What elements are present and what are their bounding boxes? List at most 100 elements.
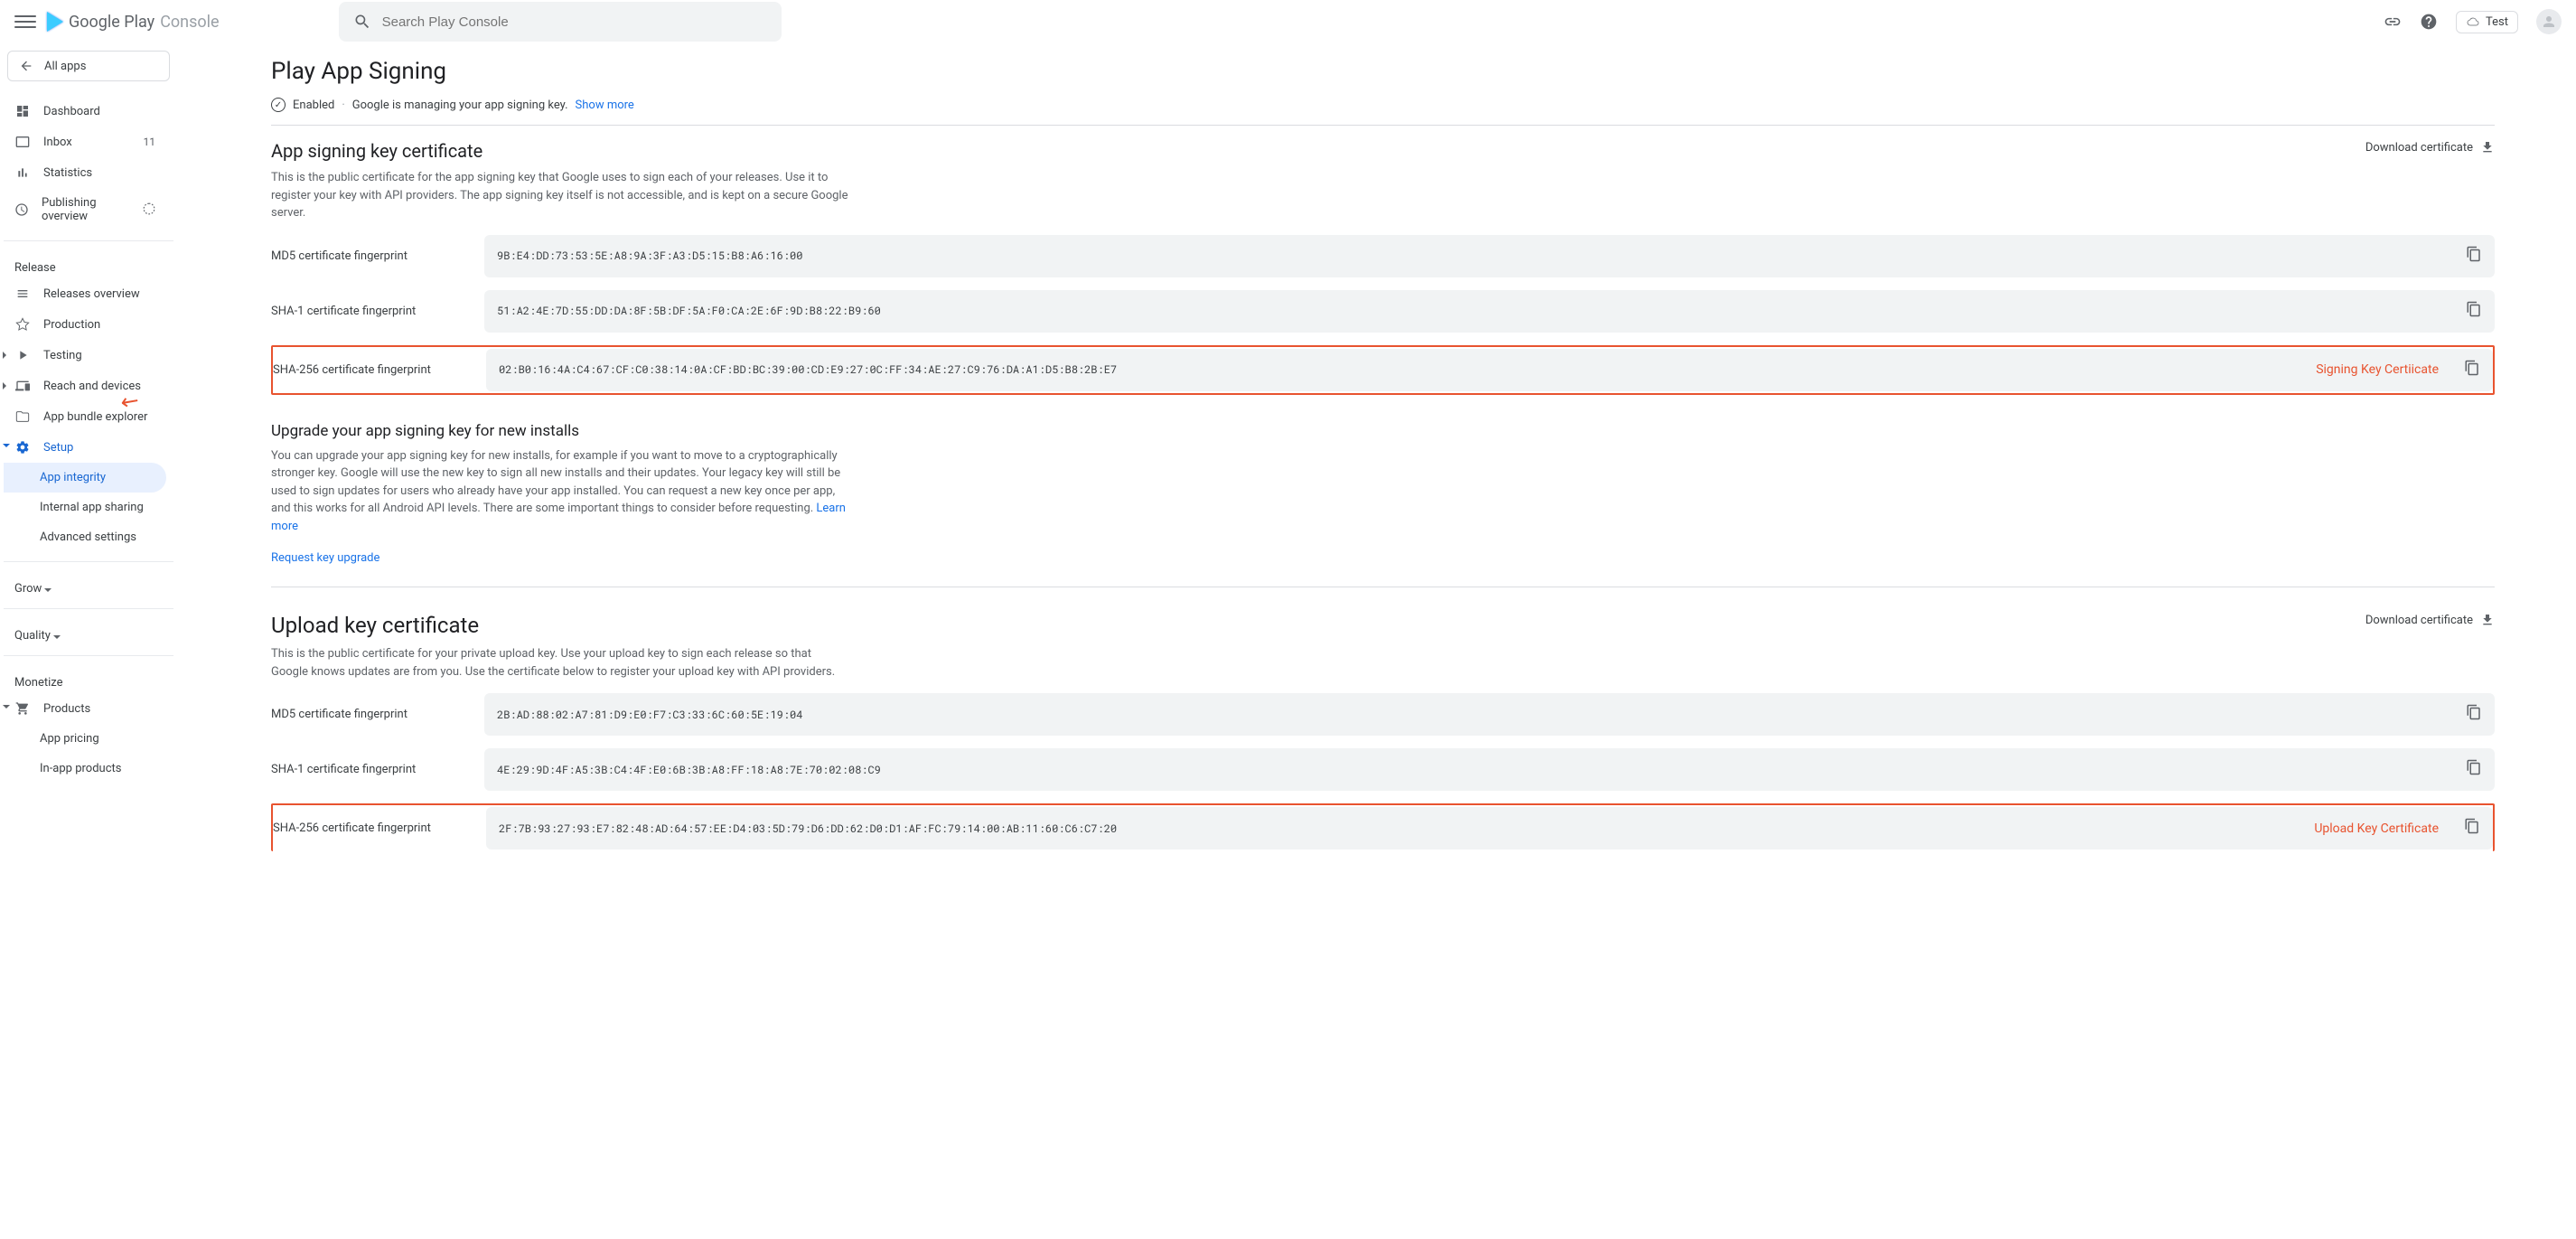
release-header: Release [4, 250, 173, 278]
nav-dashboard[interactable]: Dashboard [4, 96, 166, 127]
sidebar: All apps Dashboard Inbox 11 Statistics P… [0, 43, 177, 887]
nav-reach[interactable]: Reach and devices [4, 371, 166, 401]
sha256-row: SHA-256 certificate fingerprint 02:B0:16… [273, 349, 2493, 391]
all-apps-button[interactable]: All apps [7, 51, 170, 81]
md5-row: MD5 certificate fingerprint 9B:E4:DD:73:… [271, 235, 2495, 277]
nav-label: Dashboard [43, 105, 100, 118]
signing-desc: This is the public certificate for the a… [271, 169, 849, 222]
test-chip[interactable]: Test [2456, 11, 2518, 33]
fp-value: 2B:AD:88:02:A7:81:D9:E0:F7:C3:33:6C:60:5… [484, 693, 2495, 736]
test-label: Test [2486, 15, 2508, 29]
nav-statistics[interactable]: Statistics [4, 157, 166, 188]
help-icon[interactable] [2420, 13, 2438, 31]
nav-label: Setup [43, 441, 73, 455]
nav-label: Advanced settings [40, 530, 136, 544]
nav-label: App bundle explorer [43, 410, 147, 424]
check-icon: ✓ [271, 98, 286, 112]
main-content: Play App Signing ✓ Enabled · Google is m… [177, 43, 2576, 887]
nav-inapp-products[interactable]: In-app products [4, 754, 166, 784]
nav-app-bundle[interactable]: App bundle explorer [4, 401, 166, 432]
nav-testing[interactable]: Testing [4, 340, 166, 371]
nav-products[interactable]: Products [4, 693, 166, 724]
play-icon [47, 12, 63, 32]
inbox-icon [14, 135, 31, 149]
search-bar[interactable] [339, 2, 782, 42]
nav-releases-overview[interactable]: Releases overview [4, 278, 166, 309]
upload-desc: This is the public certificate for your … [271, 645, 849, 681]
copy-icon[interactable] [2455, 301, 2482, 322]
status-desc: Google is managing your app signing key. [352, 99, 568, 112]
nav-setup[interactable]: Setup [4, 432, 166, 463]
copy-icon[interactable] [2455, 246, 2482, 267]
nav-app-pricing[interactable]: App pricing [4, 724, 166, 754]
link-icon[interactable] [2384, 13, 2402, 31]
nav-inbox[interactable]: Inbox 11 [4, 127, 166, 157]
quality-header[interactable]: Quality [4, 618, 173, 646]
request-upgrade-link[interactable]: Request key upgrade [271, 551, 379, 565]
stats-icon [14, 165, 31, 180]
menu-icon[interactable] [14, 11, 36, 33]
nav-label: Internal app sharing [40, 501, 144, 514]
copy-icon[interactable] [2453, 360, 2480, 380]
search-input[interactable] [382, 14, 767, 30]
nav-label: Statistics [43, 166, 92, 180]
fp-value: 4E:29:9D:4F:A5:3B:C4:4F:E0:6B:3B:A8:FF:1… [484, 748, 2495, 791]
signing-title: App signing key certificate [271, 140, 849, 162]
nav-advanced-settings[interactable]: Advanced settings [4, 522, 166, 552]
cloud-icon [2466, 16, 2480, 27]
nav-publishing[interactable]: Publishing overview [4, 188, 166, 231]
nav-label: App pricing [40, 732, 99, 746]
publish-status-icon [143, 202, 155, 218]
fp-label: SHA-1 certificate fingerprint [271, 305, 484, 318]
nav-label: Reach and devices [43, 380, 141, 393]
fp-value: 9B:E4:DD:73:53:5E:A8:9A:3F:A3:D5:15:B8:A… [484, 235, 2495, 277]
copy-icon[interactable] [2455, 704, 2482, 725]
fp-label: SHA-1 certificate fingerprint [271, 763, 484, 776]
nav-label: Releases overview [43, 287, 140, 301]
show-more-link[interactable]: Show more [576, 99, 634, 112]
nav-app-integrity[interactable]: App integrity [4, 463, 166, 493]
avatar[interactable] [2536, 9, 2562, 34]
bundle-icon [14, 409, 31, 424]
page-title: Play App Signing [271, 58, 2495, 85]
fp-value: 51:A2:4E:7D:55:DD:DA:8F:5B:DF:5A:F0:CA:2… [484, 290, 2495, 333]
upload-sha1-row: SHA-1 certificate fingerprint 4E:29:9D:4… [271, 748, 2495, 791]
nav-label: Publishing overview [42, 196, 130, 223]
signing-highlight: SHA-256 certificate fingerprint 02:B0:16… [271, 345, 2495, 395]
publish-icon [14, 202, 29, 217]
copy-icon[interactable] [2453, 818, 2480, 839]
nav-label: Production [43, 318, 100, 332]
fp-value: 02:B0:16:4A:C4:67:CF:C0:38:14:0A:CF:BD:B… [486, 349, 2493, 391]
status-enabled: Enabled [293, 99, 334, 112]
upgrade-desc: You can upgrade your app signing key for… [271, 447, 849, 536]
upload-sha256-row: SHA-256 certificate fingerprint 2F:7B:93… [273, 807, 2493, 849]
testing-icon [14, 348, 31, 362]
product-suffix: Console [160, 13, 219, 32]
copy-icon[interactable] [2455, 759, 2482, 780]
product-logo[interactable]: Google Play Console [47, 12, 220, 32]
nav-label: App integrity [40, 471, 106, 484]
monetize-header: Monetize [4, 665, 173, 693]
dashboard-icon [14, 104, 31, 118]
nav-label: Inbox [43, 136, 72, 149]
nav-production[interactable]: Production [4, 309, 166, 340]
cart-icon [14, 701, 31, 716]
download-signing-cert[interactable]: Download certificate [2365, 140, 2495, 155]
releases-icon [14, 286, 31, 301]
nav-label: Products [43, 702, 90, 716]
top-header: Google Play Console Test [0, 0, 2576, 43]
search-icon [353, 13, 371, 31]
upgrade-title: Upgrade your app signing key for new ins… [271, 422, 2495, 440]
fp-label: MD5 certificate fingerprint [271, 249, 484, 263]
back-arrow-icon [19, 59, 33, 73]
nav-label: In-app products [40, 762, 121, 775]
download-icon [2480, 613, 2495, 627]
fp-label: SHA-256 certificate fingerprint [273, 363, 486, 377]
nav-internal-sharing[interactable]: Internal app sharing [4, 493, 166, 522]
devices-icon [14, 379, 31, 393]
sha1-row: SHA-1 certificate fingerprint 51:A2:4E:7… [271, 290, 2495, 333]
fp-label: MD5 certificate fingerprint [271, 708, 484, 721]
grow-header[interactable]: Grow [4, 571, 173, 599]
download-upload-cert[interactable]: Download certificate [2365, 613, 2495, 627]
upload-md5-row: MD5 certificate fingerprint 2B:AD:88:02:… [271, 693, 2495, 736]
